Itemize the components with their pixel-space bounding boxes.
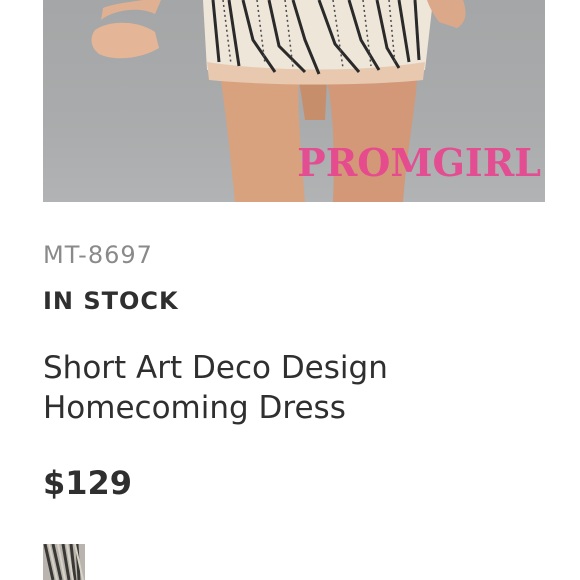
stock-status: IN STOCK bbox=[43, 287, 179, 315]
brand-watermark: PROMGIRL bbox=[297, 140, 541, 185]
product-price: $129 bbox=[43, 464, 133, 502]
product-page: PROMGIRL MT-8697 IN STOCK Short Art Deco… bbox=[0, 0, 580, 580]
product-title: Short Art Deco Design Homecoming Dress bbox=[43, 350, 388, 426]
product-thumbnail[interactable] bbox=[43, 544, 85, 580]
product-image[interactable]: PROMGIRL bbox=[43, 0, 545, 202]
thumbnail-image bbox=[43, 544, 85, 580]
product-sku: MT-8697 bbox=[43, 241, 153, 269]
